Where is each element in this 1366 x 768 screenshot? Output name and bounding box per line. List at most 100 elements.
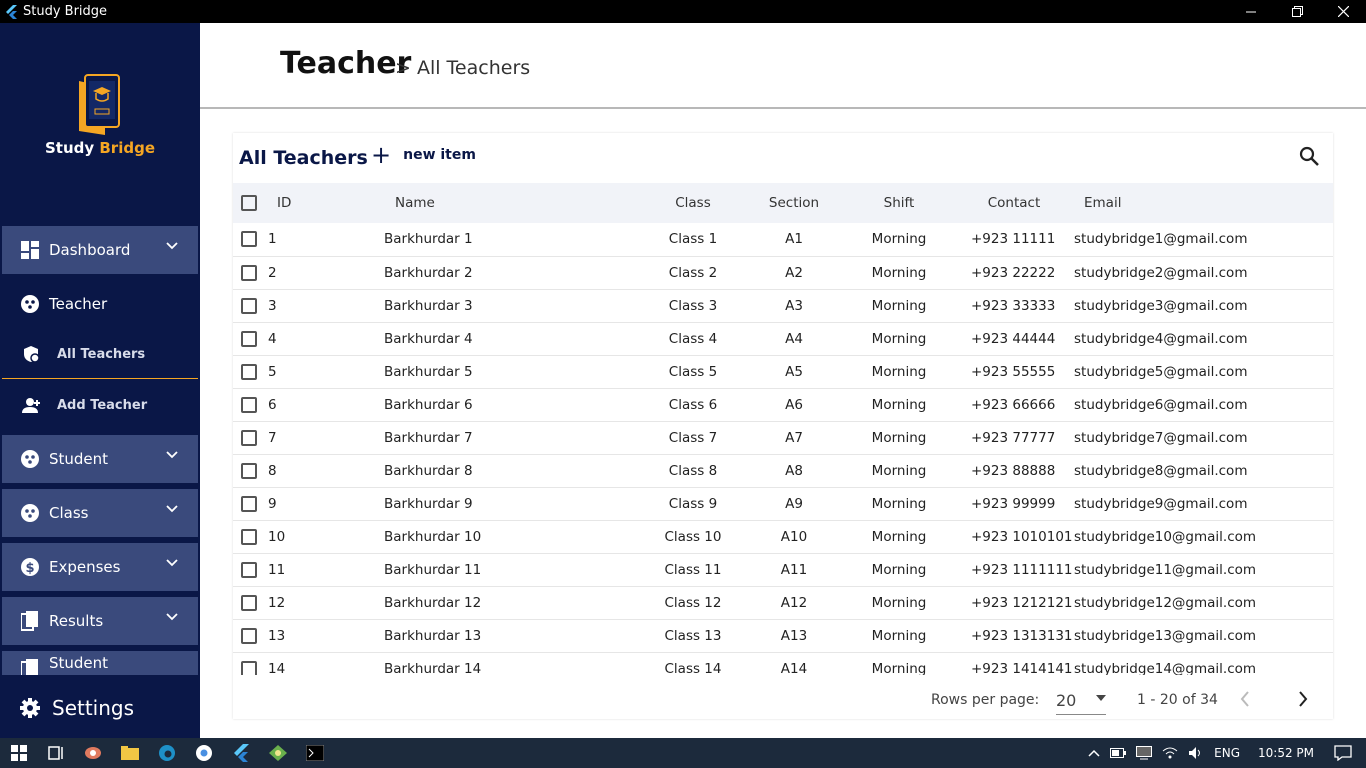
cell-id: 6 xyxy=(268,396,277,413)
clock[interactable]: 10:52 PM xyxy=(1258,746,1314,760)
table-row[interactable]: 4 Barkhurdar 4 Class 4 A4 Morning +923 44444 s… xyxy=(233,322,1333,355)
app-icon-2[interactable] xyxy=(259,738,296,768)
study-bridge-logo-icon xyxy=(79,74,120,135)
cell-class: Class 3 xyxy=(668,297,718,314)
nav-teacher-label: Teacher xyxy=(49,295,108,313)
notification-icon[interactable] xyxy=(1334,745,1352,761)
pagination: Rows per page: 20 1 - 20 of 34 xyxy=(233,681,1333,719)
table-row[interactable]: 9 Barkhurdar 9 Class 9 A9 Morning +923 99999 s… xyxy=(233,487,1333,520)
language-indicator[interactable]: ENG xyxy=(1214,746,1240,760)
new-item-button[interactable]: + new item xyxy=(371,143,476,167)
cell-section: A13 xyxy=(780,627,808,644)
page-title: Teacher xyxy=(280,46,412,81)
file-explorer-icon[interactable] xyxy=(111,738,148,768)
table-row[interactable]: 7 Barkhurdar 7 Class 7 A7 Morning +923 77777 s… xyxy=(233,421,1333,454)
cell-email: studybridge1@gmail.com xyxy=(1074,231,1248,248)
cell-id: 12 xyxy=(268,594,286,611)
table-row[interactable]: 13 Barkhurdar 13 Class 13 A13 Morning +923 13… xyxy=(233,619,1333,652)
table-row[interactable]: 14 Barkhurdar 14 Class 14 A14 Morning +923 14… xyxy=(233,652,1333,675)
row-checkbox[interactable] xyxy=(241,396,257,413)
table-row[interactable]: 1 Barkhurdar 1 Class 1 A1 Morning +923 11111 s… xyxy=(233,223,1333,256)
row-checkbox[interactable] xyxy=(241,660,257,675)
nav-results[interactable]: Results xyxy=(2,597,198,645)
table-row[interactable]: 2 Barkhurdar 2 Class 2 A2 Morning +923 22222 s… xyxy=(233,256,1333,289)
row-checkbox[interactable] xyxy=(241,330,257,347)
nav-expenses[interactable]: $ Expenses xyxy=(2,543,198,591)
nav-all-teachers-label: All Teachers xyxy=(57,346,146,362)
chevron-down-icon xyxy=(166,451,178,459)
row-checkbox[interactable] xyxy=(241,462,257,479)
app-icon-1[interactable] xyxy=(74,738,111,768)
table-row[interactable]: 11 Barkhurdar 11 Class 11 A11 Morning +923 11… xyxy=(233,553,1333,586)
cell-shift: Morning xyxy=(871,231,927,248)
col-contact[interactable]: Contact xyxy=(954,183,1072,223)
rows-per-page-value: 20 xyxy=(1056,691,1077,710)
nav-class[interactable]: Class xyxy=(2,489,198,537)
windows-start-icon[interactable] xyxy=(0,738,37,768)
row-checkbox[interactable] xyxy=(241,594,257,611)
cell-class: Class 8 xyxy=(668,462,718,479)
nav-add-teacher[interactable]: Add Teacher xyxy=(2,385,198,425)
col-name[interactable]: Name xyxy=(382,183,642,223)
network-monitor-icon[interactable] xyxy=(1136,746,1153,760)
close-button[interactable] xyxy=(1320,0,1366,23)
cell-shift: Morning xyxy=(871,495,927,512)
terminal-icon[interactable] xyxy=(296,738,333,768)
nav-student-more[interactable]: Student xyxy=(2,651,198,675)
cell-email: studybridge5@gmail.com xyxy=(1074,363,1248,380)
rows-per-page-label: Rows per page: xyxy=(931,692,1040,708)
search-icon[interactable] xyxy=(1299,146,1319,166)
row-checkbox[interactable] xyxy=(241,429,257,446)
cell-name: Barkhurdar 4 xyxy=(384,330,473,347)
nav-settings[interactable]: Settings xyxy=(0,685,200,731)
row-checkbox[interactable] xyxy=(241,495,257,512)
chrome-browser-icon[interactable] xyxy=(185,738,222,768)
table-row[interactable]: 8 Barkhurdar 8 Class 8 A8 Morning +923 88888 s… xyxy=(233,454,1333,487)
row-checkbox[interactable] xyxy=(241,627,257,644)
row-checkbox[interactable] xyxy=(241,561,257,578)
cell-name: Barkhurdar 13 xyxy=(384,627,482,644)
documents-icon xyxy=(20,611,40,631)
table-row[interactable]: 3 Barkhurdar 3 Class 3 A3 Morning +923 33333 s… xyxy=(233,289,1333,322)
table-row[interactable]: 5 Barkhurdar 5 Class 5 A5 Morning +923 55555 s… xyxy=(233,355,1333,388)
cell-class: Class 1 xyxy=(668,231,718,248)
nav-dashboard[interactable]: Dashboard xyxy=(2,226,198,274)
cell-email: studybridge4@gmail.com xyxy=(1074,330,1248,347)
row-checkbox[interactable] xyxy=(241,297,257,314)
col-shift[interactable]: Shift xyxy=(844,183,954,223)
col-class[interactable]: Class xyxy=(642,183,744,223)
battery-icon[interactable] xyxy=(1110,748,1127,758)
nav-all-teachers[interactable]: All Teachers xyxy=(2,334,198,374)
minimize-button[interactable] xyxy=(1228,0,1274,23)
chevron-up-icon[interactable] xyxy=(1088,749,1100,757)
task-view-icon[interactable] xyxy=(37,738,74,768)
cell-name: Barkhurdar 12 xyxy=(384,594,482,611)
table-row[interactable]: 6 Barkhurdar 6 Class 6 A6 Morning +923 66666 s… xyxy=(233,388,1333,421)
chevron-right-icon[interactable] xyxy=(1296,690,1310,708)
row-checkbox[interactable] xyxy=(241,264,257,281)
col-id[interactable]: ID xyxy=(265,183,382,223)
edge-browser-icon[interactable] xyxy=(148,738,185,768)
row-checkbox[interactable] xyxy=(241,231,257,248)
wifi-icon[interactable] xyxy=(1162,747,1178,759)
restore-button[interactable] xyxy=(1274,0,1320,23)
cell-contact: +923 44444 xyxy=(971,330,1056,347)
col-section[interactable]: Section xyxy=(744,183,844,223)
cell-section: A1 xyxy=(785,231,803,248)
table-row[interactable]: 10 Barkhurdar 10 Class 10 A10 Morning +923 10… xyxy=(233,520,1333,553)
flutter-taskbar-icon[interactable] xyxy=(222,738,259,768)
nav-student[interactable]: Student xyxy=(2,435,198,483)
speaker-icon[interactable] xyxy=(1188,746,1204,760)
cell-section: A5 xyxy=(785,363,803,380)
cell-contact: +923 11111 xyxy=(971,231,1056,248)
chevron-left-icon[interactable] xyxy=(1238,690,1252,708)
row-checkbox[interactable] xyxy=(241,528,257,545)
row-checkbox-cell xyxy=(233,388,265,421)
rows-per-page-select[interactable]: 20 xyxy=(1056,685,1106,715)
table-row[interactable]: 12 Barkhurdar 12 Class 12 A12 Morning +923 12… xyxy=(233,586,1333,619)
cell-section: A9 xyxy=(785,495,803,512)
row-checkbox[interactable] xyxy=(241,363,257,380)
nav-teacher[interactable]: Teacher xyxy=(2,280,198,328)
col-email[interactable]: Email xyxy=(1072,183,1333,223)
select-all-checkbox[interactable] xyxy=(241,195,257,211)
